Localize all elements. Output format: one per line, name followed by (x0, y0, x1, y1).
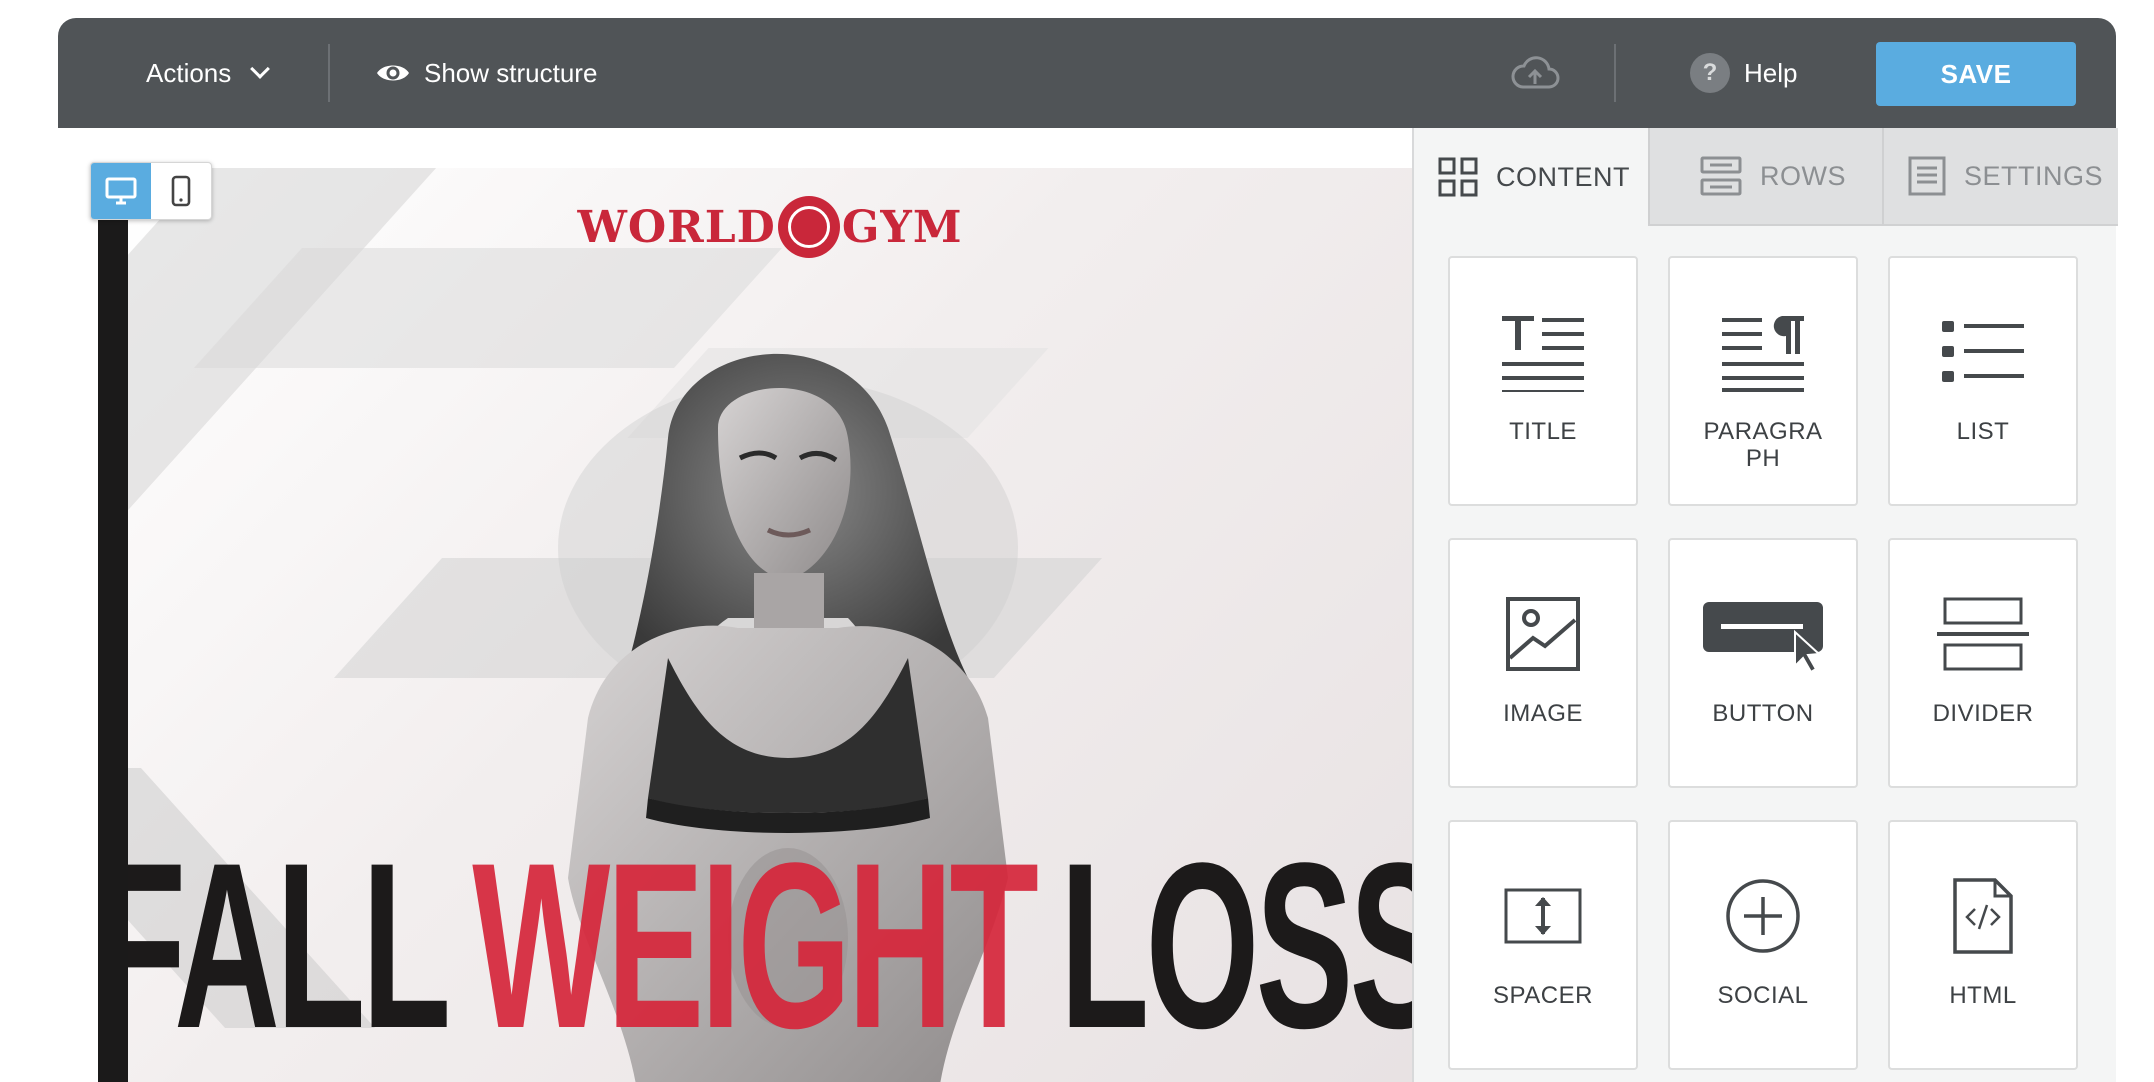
actions-menu[interactable]: Actions (146, 18, 271, 128)
logo-text-right: GYM (841, 201, 963, 253)
email-hero-section[interactable]: WORLD GYM FALL WEIGHT LOSS (128, 168, 1412, 1082)
globe-icon (777, 196, 840, 258)
title-icon (1502, 316, 1584, 392)
show-structure-label: Show structure (424, 57, 598, 88)
show-structure-toggle[interactable]: Show structure (376, 18, 597, 128)
side-panel: CONTENT ROWS SETTINGS TITLE PARAGRA PH L… (1412, 128, 2118, 1082)
tab-label: SETTINGS (1964, 160, 2104, 191)
tab-rows[interactable]: ROWS (1648, 128, 1882, 226)
chevron-down-icon (250, 59, 271, 79)
hero-headline[interactable]: FALL WEIGHT LOSS (128, 814, 1412, 1078)
help-button[interactable]: ? Help (1690, 18, 1797, 128)
divider-icon (1937, 597, 2029, 671)
tab-label: ROWS (1760, 160, 1846, 191)
grid-icon (1438, 157, 1478, 197)
toolbar-divider (1614, 44, 1616, 102)
help-label: Help (1744, 57, 1798, 88)
eye-icon (377, 65, 409, 81)
rows-icon (1700, 156, 1742, 196)
canvas-edge (98, 218, 128, 1082)
block-label: HTML (1949, 982, 2017, 1009)
email-canvas: WORLD GYM FALL WEIGHT LOSS (58, 128, 1412, 1082)
block-label: BUTTON (1712, 700, 1814, 727)
paragraph-icon (1722, 316, 1804, 392)
block-button[interactable]: BUTTON (1668, 538, 1858, 788)
block-html[interactable]: HTML (1888, 820, 2078, 1070)
social-icon (1726, 879, 1800, 953)
settings-doc-icon (1908, 156, 1946, 196)
block-social[interactable]: SOCIAL (1668, 820, 1858, 1070)
block-divider[interactable]: DIVIDER (1888, 538, 2078, 788)
actions-label: Actions (146, 57, 232, 88)
tab-content[interactable]: CONTENT (1414, 128, 1648, 226)
button-icon (1703, 602, 1823, 674)
block-title[interactable]: TITLE (1448, 256, 1638, 506)
toolbar-divider (328, 44, 330, 102)
tab-settings[interactable]: SETTINGS (1882, 128, 2118, 226)
mobile-view-button[interactable] (151, 163, 211, 219)
mobile-icon (171, 175, 191, 207)
cloud-upload-icon (1511, 56, 1560, 89)
headline-word: FALL (128, 814, 451, 1078)
block-spacer[interactable]: SPACER (1448, 820, 1638, 1070)
headline-word-accent: WEIGHT (472, 814, 1039, 1078)
block-label: SPACER (1493, 982, 1593, 1009)
save-button[interactable]: SAVE (1876, 42, 2076, 106)
cloud-upload-button[interactable] (1510, 18, 1560, 128)
spacer-icon (1504, 888, 1582, 944)
device-switch (90, 162, 212, 220)
tab-label: CONTENT (1496, 161, 1630, 192)
block-image[interactable]: IMAGE (1448, 538, 1638, 788)
block-label: TITLE (1509, 418, 1577, 445)
panel-tabs: CONTENT ROWS SETTINGS (1414, 128, 2118, 226)
desktop-icon (105, 177, 137, 205)
block-label: DIVIDER (1932, 700, 2034, 727)
desktop-view-button[interactable] (91, 163, 151, 219)
headline-word: LOSS (1059, 814, 1412, 1078)
world-gym-logo: WORLD GYM (128, 196, 1412, 258)
top-toolbar: Actions Show structure ? Help SAVE (58, 18, 2116, 128)
block-label: SOCIAL (1717, 982, 1809, 1009)
block-label: IMAGE (1503, 700, 1583, 727)
html-icon (1953, 878, 2013, 954)
logo-text-left: WORLD (577, 201, 776, 253)
help-icon: ? (1690, 53, 1730, 93)
block-label: LIST (1956, 418, 2010, 445)
list-icon (1942, 321, 2024, 382)
block-paragraph[interactable]: PARAGRA PH (1668, 256, 1858, 506)
block-list[interactable]: LIST (1888, 256, 2078, 506)
block-label: PARAGRA PH (1703, 418, 1823, 472)
image-icon (1506, 597, 1580, 671)
